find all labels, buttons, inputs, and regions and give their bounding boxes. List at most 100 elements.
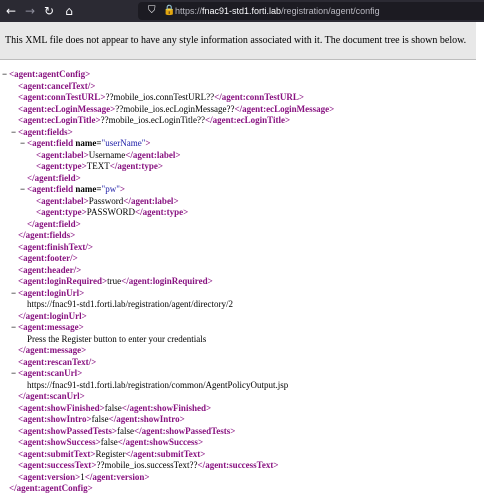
xml-line: <agent:cancelText/> xyxy=(18,80,96,91)
xml-value: Username xyxy=(88,149,126,160)
xml-tag: agent:label xyxy=(130,195,174,206)
url-bar[interactable]: ⛉ 🔒 https://fnac91-std1.forti.lab/regist… xyxy=(138,2,484,20)
xml-line: <agent:showIntro>false</agent:showIntro> xyxy=(18,414,185,424)
xml-tag: agent:connTestURL xyxy=(221,92,299,102)
xml-line: − <agent:scanUrl> xyxy=(11,368,83,380)
xml-tag: agent:type xyxy=(142,207,184,217)
xml-tree: − <agent:agentConfig> <agent:cancelText/>… xyxy=(0,69,484,495)
xml-line: </agent:loginUrl> xyxy=(18,310,87,321)
xml-attr-name: name xyxy=(75,138,97,148)
xml-line: <agent:version>1</agent:version> xyxy=(18,471,150,482)
reload-icon[interactable]: ↻ xyxy=(42,3,56,19)
xml-value: false xyxy=(91,414,109,424)
xml-line: </agent:field> xyxy=(27,218,81,229)
xml-info-banner: This XML file does not appear to have an… xyxy=(0,22,476,60)
xml-tag: agent:agentConfig xyxy=(14,69,86,79)
xml-tag: agent:ecLoginMessage xyxy=(23,103,111,114)
xml-tag: agent:message xyxy=(25,345,82,355)
xml-line: https://fnac91-std1.forti.lab/registrati… xyxy=(0,299,484,311)
xml-value: PASSWORD xyxy=(86,207,135,217)
xml-tag: agent:label xyxy=(41,149,84,160)
xml-tag: agent:finishText xyxy=(23,241,86,252)
xml-line: <agent:label>Password</agent:label> xyxy=(36,195,179,206)
xml-tag: agent:rescanText xyxy=(23,356,89,367)
xml-line: − <agent:loginUrl> xyxy=(11,287,85,300)
xml-line: </agent:message> xyxy=(18,345,87,355)
collapse-toggle[interactable]: − xyxy=(2,69,7,81)
xml-value: Register xyxy=(95,448,126,459)
xml-value: false xyxy=(100,437,118,447)
xml-line: <agent:showSuccess>false</agent:showSucc… xyxy=(18,437,204,447)
xml-line: https://fnac91-std1.forti.lab/registrati… xyxy=(0,380,484,392)
xml-line: <agent:submitText>Register</agent:submit… xyxy=(18,448,206,459)
collapse-toggle[interactable]: − xyxy=(11,368,16,380)
xml-tag: agent:footer xyxy=(23,253,71,263)
xml-tag: agent:ecLoginMessage xyxy=(242,103,330,114)
xml-tag: agent:showSuccess xyxy=(23,437,96,447)
xml-tag: agent:showIntro xyxy=(23,414,87,424)
xml-line: <agent:showFinished>false</agent:showFin… xyxy=(18,402,212,413)
url-prefix: https:// xyxy=(175,6,203,16)
xml-tag: agent:showPassedTests xyxy=(141,425,231,436)
forward-arrow-icon[interactable]: → xyxy=(23,3,37,19)
back-arrow-icon[interactable]: ← xyxy=(4,3,18,19)
xml-line: </agent:agentConfig> xyxy=(9,483,93,493)
xml-line: <agent:ecLoginMessage>??mobile_ios.ecLog… xyxy=(18,103,335,114)
xml-attr-name: name xyxy=(75,184,97,194)
xml-tag: agent:submitText xyxy=(23,448,91,459)
xml-tag: agent:cancelText xyxy=(23,80,88,91)
xml-tag: agent:loginRequired xyxy=(128,276,208,286)
collapse-toggle[interactable]: − xyxy=(11,322,16,334)
xml-tag: agent:successText xyxy=(23,460,92,470)
xml-line: </agent:fields> xyxy=(18,230,76,240)
xml-tag: agent:agentConfig xyxy=(16,483,88,493)
collapse-toggle[interactable]: − xyxy=(20,184,25,196)
url-text[interactable]: https://fnac91-std1.forti.lab/registrati… xyxy=(175,3,380,19)
xml-tag: agent:showSuccess xyxy=(125,437,198,447)
url-host: fnac91-std1.forti.lab xyxy=(202,6,282,16)
home-icon[interactable]: ⌂ xyxy=(62,3,76,19)
xml-tag: agent:loginRequired xyxy=(23,276,102,286)
xml-value: https://fnac91-std1.forti.lab/registrati… xyxy=(27,299,233,309)
xml-tag: agent:ecLoginTitle xyxy=(23,115,96,125)
xml-line: − <agent:field name="userName"> xyxy=(20,138,151,150)
xml-tag: agent:scanUrl xyxy=(25,391,80,401)
url-path: /registration/agent/config xyxy=(281,6,380,16)
xml-value: true xyxy=(107,276,122,286)
xml-attr-value: pw xyxy=(105,184,117,194)
xml-line: <agent:connTestURL>??mobile_ios.connTest… xyxy=(18,92,305,102)
xml-line: − <agent:fields> xyxy=(11,126,73,139)
xml-value: ??mobile_ios.ecLoginMessage?? xyxy=(115,103,235,114)
xml-value: Press the Register button to enter your … xyxy=(27,333,207,344)
xml-attr-value: userName xyxy=(105,138,142,148)
xml-value: https://fnac91-std1.forti.lab/registrati… xyxy=(27,379,289,390)
lock-icon[interactable]: 🔒 xyxy=(163,3,175,19)
xml-tag: agent:field xyxy=(32,138,74,148)
xml-tag: agent:loginUrl xyxy=(23,287,80,298)
xml-tag: agent:scanUrl xyxy=(23,368,78,378)
xml-tag: agent:submitText xyxy=(133,448,201,459)
xml-line: <agent:label>Username</agent:label> xyxy=(36,149,181,160)
collapse-toggle[interactable]: − xyxy=(11,288,16,300)
xml-line: − <agent:agentConfig> xyxy=(2,69,91,81)
xml-tag: agent:message xyxy=(23,322,79,332)
collapse-toggle[interactable]: − xyxy=(11,127,16,139)
xml-tag: agent:showFinished xyxy=(129,402,206,413)
shield-icon[interactable]: ⛉ xyxy=(148,3,160,19)
xml-tag: agent:showFinished xyxy=(23,402,100,413)
xml-tag: agent:successText xyxy=(205,460,274,470)
xml-value: false xyxy=(116,425,134,436)
xml-value: ??mobile_ios.ecLoginTitle?? xyxy=(100,115,206,125)
xml-line: </agent:field> xyxy=(27,172,81,183)
xml-line: <agent:finishText/> xyxy=(18,241,93,252)
xml-tag: agent:field xyxy=(34,172,76,183)
xml-tag: agent:version xyxy=(23,471,76,482)
xml-line: <agent:successText>??mobile_ios.successT… xyxy=(18,460,279,470)
xml-tag: agent:type xyxy=(117,161,158,171)
xml-tag: agent:showIntro xyxy=(116,414,180,424)
xml-tag: agent:type xyxy=(41,207,82,217)
collapse-toggle[interactable]: − xyxy=(20,138,25,150)
xml-tag: agent:version xyxy=(92,471,145,482)
browser-toolbar: ← → ↻ ⌂ ⛉ 🔒 https://fnac91-std1.forti.la… xyxy=(0,0,484,22)
xml-tag: agent:fields xyxy=(23,126,68,137)
